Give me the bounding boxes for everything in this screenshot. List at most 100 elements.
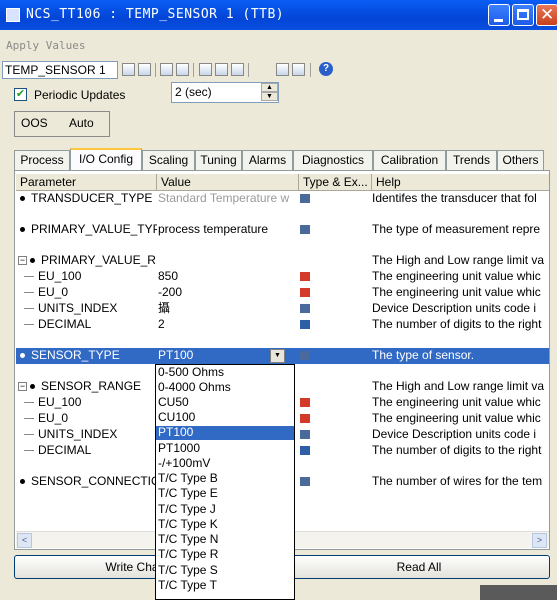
tab-calibration[interactable]: Calibration	[373, 150, 446, 170]
param-value: 攝	[158, 301, 171, 315]
table-row[interactable]: UNITS_INDEX 攝 Device Description units c…	[16, 301, 549, 317]
periodic-updates-checkbox[interactable]: ✔	[14, 88, 27, 101]
read-all-button[interactable]: Read All	[288, 555, 550, 579]
param-name: PRIMARY_VALUE_TYPE	[31, 222, 157, 236]
param-value: -200	[158, 285, 183, 299]
scroll-right-button[interactable]: >	[532, 533, 547, 548]
tab-others[interactable]: Others	[497, 150, 544, 170]
collapse-icon[interactable]: −	[18, 382, 27, 392]
toolbar-icon-7[interactable]	[231, 63, 244, 76]
param-name: UNITS_INDEX	[38, 301, 118, 315]
table-row-group[interactable]: − PRIMARY_VALUE_RANGE The High and Low ra…	[16, 253, 549, 269]
dropdown-option[interactable]: T/C Type S	[156, 564, 294, 578]
column-header-value[interactable]: Value	[157, 174, 299, 191]
dropdown-option[interactable]: T/C Type N	[156, 533, 294, 547]
param-help: Identifes the transducer that fol	[372, 191, 537, 205]
tab-trends[interactable]: Trends	[446, 150, 497, 170]
float-type-icon	[300, 272, 310, 281]
table-row-selected[interactable]: SENSOR_TYPE PT100 ▼ The type of sensor.	[16, 348, 549, 364]
table-row[interactable]: EU_100 850 The engineering unit value wh…	[16, 269, 549, 285]
table-row[interactable]: EU_0 -200 The engineering unit value whi…	[16, 285, 549, 301]
dropdown-option[interactable]: CU100	[156, 411, 294, 425]
param-help: The type of sensor.	[372, 348, 475, 362]
dropdown-option[interactable]: 0-4000 Ohms	[156, 381, 294, 395]
toolbar-icon-6[interactable]	[215, 63, 228, 76]
toolbar-icon-9[interactable]	[292, 63, 305, 76]
tab-tuning[interactable]: Tuning	[195, 150, 242, 170]
tab-process[interactable]: Process	[14, 150, 70, 170]
ascii-type-icon	[300, 194, 310, 203]
menu-bar: Apply Values	[0, 33, 557, 55]
toolbar-icon-4[interactable]	[176, 63, 189, 76]
bullet-icon	[20, 227, 25, 233]
ascii-type-icon	[300, 477, 310, 486]
spin-down-button[interactable]: ▼	[261, 92, 278, 101]
bullet-icon	[20, 196, 25, 202]
chevron-down-icon[interactable]: ▼	[270, 349, 285, 363]
toolbar-icon-1[interactable]	[122, 63, 135, 76]
dropdown-option[interactable]: T/C Type E	[156, 487, 294, 501]
dropdown-option[interactable]: T/C Type K	[156, 518, 294, 532]
param-value: 850	[158, 269, 179, 283]
dropdown-option[interactable]: -/+100mV	[156, 457, 294, 471]
dropdown-option[interactable]: 0-500 Ohms	[156, 366, 294, 380]
status-area	[480, 585, 557, 600]
dropdown-option[interactable]: T/C Type B	[156, 472, 294, 486]
app-icon	[6, 8, 20, 22]
param-name: SENSOR_RANGE	[41, 379, 142, 393]
close-button[interactable]: ✕	[536, 4, 557, 26]
dropdown-option[interactable]: T/C Type T	[156, 579, 294, 593]
dropdown-option-selected[interactable]: PT100	[156, 426, 294, 440]
param-name: DECIMAL	[38, 443, 92, 457]
scroll-left-button[interactable]: <	[17, 533, 32, 548]
toolbar-icon-5[interactable]	[199, 63, 212, 76]
dropdown-option[interactable]: PT1000	[156, 442, 294, 456]
param-name: SENSOR_TYPE	[31, 348, 120, 362]
oos-button[interactable]: OOS	[21, 116, 48, 130]
maximize-button[interactable]	[512, 4, 534, 26]
column-header-type[interactable]: Type & Ex...	[299, 174, 372, 191]
param-name: DECIMAL	[38, 317, 92, 331]
toolbar-separator	[248, 63, 249, 77]
uint-type-icon	[300, 320, 310, 329]
toolbar-icon-2[interactable]	[138, 63, 151, 76]
collapse-icon[interactable]: −	[18, 256, 27, 266]
dropdown-option[interactable]: CU50	[156, 396, 294, 410]
grid-header: Parameter Value Type & Ex... Help	[16, 174, 549, 191]
spin-up-button[interactable]: ▲	[261, 83, 278, 92]
sensor-type-dropdown[interactable]: 0-500 Ohms 0-4000 Ohms CU50 CU100 PT100 …	[155, 364, 295, 600]
table-row[interactable]: DECIMAL 2 The number of digits to the ri…	[16, 317, 549, 333]
close-icon: ✕	[540, 5, 555, 24]
tab-io-config[interactable]: I/O Config	[70, 148, 142, 170]
float-type-icon	[300, 414, 310, 423]
param-name: SENSOR_CONNECTION	[31, 474, 157, 488]
auto-button[interactable]: Auto	[69, 116, 94, 130]
device-name-field[interactable]: TEMP_SENSOR 1	[2, 61, 118, 79]
apply-values-menu[interactable]: Apply Values	[6, 39, 85, 52]
periodic-updates-label: Periodic Updates	[34, 88, 126, 102]
param-help: The number of digits to the right	[372, 317, 542, 331]
window-title: NCS_TT106 : TEMP_SENSOR 1 (TTB)	[26, 7, 285, 22]
dropdown-option[interactable]: T/C Type J	[156, 503, 294, 517]
bullet-icon	[30, 258, 35, 264]
table-row[interactable]: TRANSDUCER_TYPE Standard Temperature w I…	[16, 191, 549, 207]
tab-diagnostics[interactable]: Diagnostics	[293, 150, 373, 170]
param-help: Device Description units code i	[372, 427, 537, 441]
dropdown-option[interactable]: T/C Type R	[156, 548, 294, 562]
param-name: TRANSDUCER_TYPE	[31, 191, 153, 205]
float-type-icon	[300, 398, 310, 407]
tab-scaling[interactable]: Scaling	[142, 150, 195, 170]
tab-alarms[interactable]: Alarms	[242, 150, 293, 170]
param-name: EU_0	[38, 411, 69, 425]
table-row[interactable]: PRIMARY_VALUE_TYPE process temperature T…	[16, 222, 549, 238]
help-icon[interactable]: ?	[319, 62, 333, 76]
param-name: EU_100	[38, 269, 82, 283]
update-interval-stepper[interactable]: 2 (sec) ▲ ▼	[171, 82, 279, 103]
param-name: PRIMARY_VALUE_RANGE	[41, 253, 155, 267]
param-help: Device Description units code i	[372, 301, 537, 315]
minimize-button[interactable]	[488, 4, 510, 26]
toolbar-icon-8[interactable]	[276, 63, 289, 76]
param-help: The engineering unit value whic	[372, 269, 541, 283]
toolbar-icon-3[interactable]	[160, 63, 173, 76]
column-header-parameter[interactable]: Parameter	[16, 174, 157, 191]
